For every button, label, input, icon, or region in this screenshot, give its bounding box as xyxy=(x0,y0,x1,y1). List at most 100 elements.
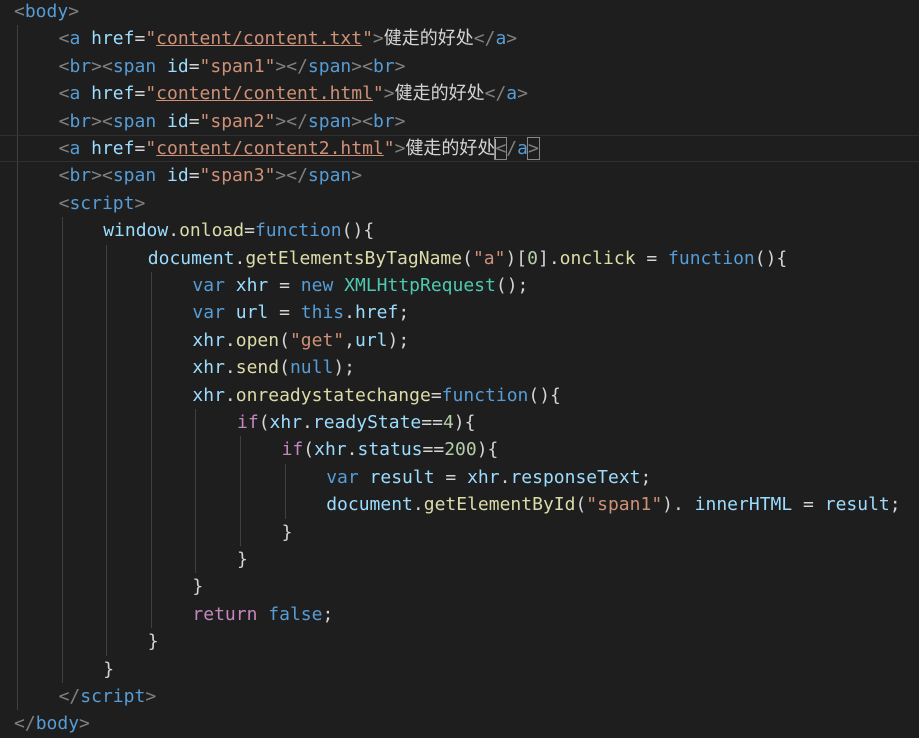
code-token-punct: </ xyxy=(14,713,36,735)
code-token-prop: responseText xyxy=(510,466,641,488)
code-line[interactable]: } xyxy=(0,546,919,573)
code-token-op: . xyxy=(344,302,355,324)
code-token-punct: </ xyxy=(473,28,496,50)
code-token-op: ( xyxy=(462,247,473,269)
code-token-prop: readyState xyxy=(312,412,422,433)
code-token-op: == xyxy=(421,412,443,433)
code-token-op: ; xyxy=(398,302,410,324)
code-token-op: = xyxy=(134,138,146,159)
code-line[interactable]: } xyxy=(0,519,919,546)
code-token-op: = xyxy=(188,55,200,77)
code-line-content: <script> xyxy=(59,190,146,217)
code-line[interactable]: <br><span id="span1"></span><br> xyxy=(0,53,919,80)
code-token-text: 健走的好处 xyxy=(383,28,474,50)
code-token-str: " xyxy=(372,83,384,105)
code-token-ctrl: if xyxy=(281,439,304,461)
code-token-op: . xyxy=(412,494,424,516)
code-token-punct: > xyxy=(351,165,363,187)
code-token-op: . xyxy=(224,329,236,351)
code-token-var: document xyxy=(147,247,235,269)
code-line-content: } xyxy=(148,628,159,655)
code-line-content: var result = xhr.responseText; xyxy=(326,464,651,491)
code-line[interactable]: <a href="content/content2.html">健走的好处</a… xyxy=(0,135,919,163)
code-line-content: <body> xyxy=(14,0,79,25)
code-line-content: <a href="content/content.html">健走的好处</a> xyxy=(59,80,528,107)
code-token-op: } xyxy=(192,576,204,598)
code-line[interactable]: <br><span id="span3"></span> xyxy=(0,162,919,189)
code-token-prop: innerHTML xyxy=(694,494,793,516)
code-token-punct: > xyxy=(134,192,146,214)
code-line-content: <br><span id="span2"></span><br> xyxy=(59,108,406,135)
code-token-attr: id xyxy=(167,165,189,187)
code-line[interactable]: xhr.open("get",url); xyxy=(0,327,919,354)
code-token-punct: > xyxy=(145,686,157,707)
code-line[interactable]: <br><span id="span2"></span><br> xyxy=(0,108,919,135)
code-token-str: "a" xyxy=(472,247,506,269)
code-line[interactable]: return false; xyxy=(0,601,919,628)
code-line[interactable]: document.getElementById("span1"). innerH… xyxy=(0,491,919,518)
code-line[interactable]: <body> xyxy=(0,0,919,25)
code-token-op: ; xyxy=(889,494,901,516)
code-token-str: " xyxy=(362,28,373,50)
code-token-op xyxy=(359,467,370,488)
code-token-punct: > xyxy=(394,55,406,77)
code-token-kw: var xyxy=(192,275,225,296)
code-token-op: = xyxy=(434,466,468,488)
code-token-punct: >< xyxy=(91,110,113,132)
code-token-op: = xyxy=(268,275,301,296)
code-line[interactable]: </script> xyxy=(0,683,919,710)
code-token-tag: br xyxy=(69,110,92,132)
code-token-op: ){ xyxy=(476,439,499,461)
code-token-text: 健走的好处 xyxy=(394,83,485,105)
code-line[interactable]: <script> xyxy=(0,190,919,217)
code-token-attr: id xyxy=(167,110,189,132)
code-token-var: xhr xyxy=(467,466,500,488)
code-token-var: xhr xyxy=(192,329,225,351)
code-token-op xyxy=(333,275,344,296)
code-token-kw: this xyxy=(300,302,345,324)
code-token-op: . xyxy=(346,439,358,461)
code-token-var: xhr xyxy=(192,357,225,379)
code-line[interactable]: if(xhr.readyState==4){ xyxy=(0,409,919,436)
code-token-str: " xyxy=(383,138,395,159)
code-line[interactable]: var result = xhr.responseText; xyxy=(0,464,919,491)
code-line[interactable]: xhr.onreadystatechange=function(){ xyxy=(0,382,919,409)
code-token-tag: a xyxy=(506,83,518,105)
code-token-tag: body xyxy=(35,713,80,735)
code-token-punct: ></ xyxy=(275,110,308,132)
code-token-punct: > xyxy=(394,138,406,159)
code-token-tag: span xyxy=(307,110,352,132)
code-token-ctrl: if xyxy=(237,412,259,433)
code-line[interactable]: var xhr = new XMLHttpRequest(); xyxy=(0,272,919,299)
code-line[interactable]: <a href="content/content.txt">健走的好处</a> xyxy=(0,25,919,52)
code-token-tag: a xyxy=(69,28,81,50)
code-token-punct: ></ xyxy=(275,165,308,187)
code-token-num: 200 xyxy=(444,439,477,461)
code-line[interactable]: } xyxy=(0,573,919,600)
code-token-punct: < xyxy=(58,165,70,187)
code-editor[interactable]: <body> <a href="content/content.txt">健走的好… xyxy=(0,0,919,734)
code-token-kw: function xyxy=(441,384,529,406)
code-token-fn: open xyxy=(235,329,280,351)
code-line[interactable]: window.onload=function(){ xyxy=(0,217,919,244)
code-token-kw: var xyxy=(192,302,225,324)
code-token-tag: a xyxy=(495,28,507,50)
code-line-content: var url = this.href; xyxy=(192,299,409,326)
code-line[interactable]: } xyxy=(0,628,919,655)
code-token-op: ( xyxy=(279,329,290,351)
code-token-attr: href xyxy=(91,83,135,105)
code-token-str: "span1" xyxy=(586,494,663,516)
code-token-punct: >< xyxy=(91,165,113,187)
code-line[interactable]: xhr.send(null); xyxy=(0,354,919,381)
code-line[interactable]: } xyxy=(0,656,919,683)
code-token-kw: var xyxy=(326,466,359,488)
code-line[interactable]: if(xhr.status==200){ xyxy=(0,436,919,463)
code-token-kw: function xyxy=(668,247,755,269)
code-line-content: } xyxy=(237,546,248,573)
code-line-content: } xyxy=(192,573,203,600)
code-token-tag: a xyxy=(69,138,81,159)
code-line[interactable]: document.getElementsByTagName("a")[0].on… xyxy=(0,245,919,272)
code-token-op xyxy=(156,56,167,77)
code-line[interactable]: <a href="content/content.html">健走的好处</a> xyxy=(0,80,919,107)
code-line[interactable]: var url = this.href; xyxy=(0,299,919,326)
